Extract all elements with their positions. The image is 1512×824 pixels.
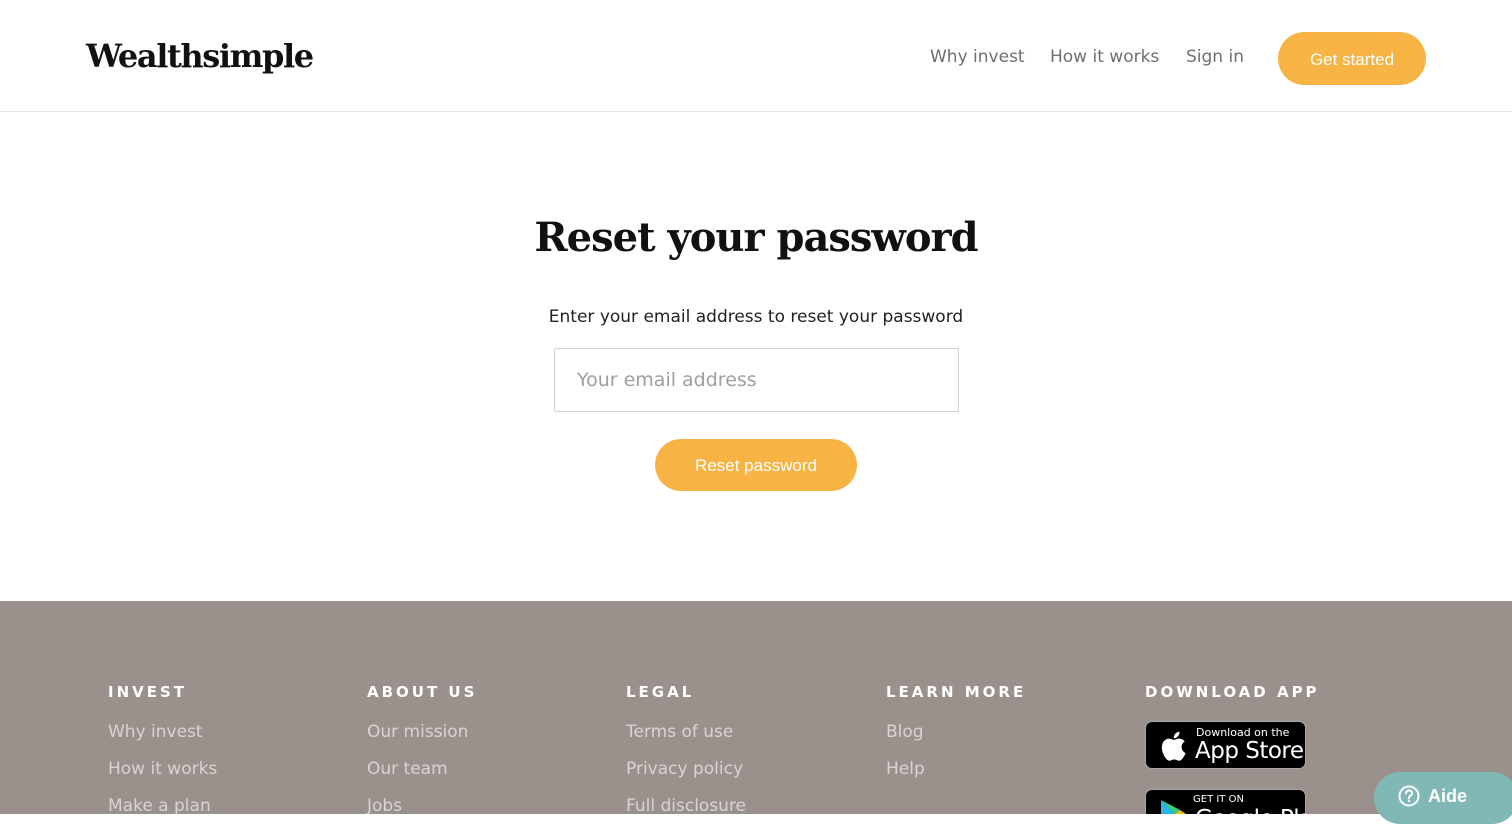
help-label: Aide [1428,786,1468,806]
footer-column-legal: LEGAL Terms of use Privacy policy Full d… [626,683,746,814]
footer-link-full-disclosure[interactable]: Full disclosure [626,795,746,814]
footer-link-privacy-policy[interactable]: Privacy policy [626,758,746,780]
email-input[interactable] [554,348,959,412]
form-instructions: Enter your email address to reset your p… [548,307,964,327]
google-play-badge[interactable]: GET IT ON Google Play [1145,789,1306,814]
footer-heading: LEARN MORE [886,683,1027,701]
question-circle-icon [1398,785,1420,807]
reset-password-button[interactable]: Reset password [655,439,857,491]
apple-icon [1161,731,1186,761]
footer-column-learn-more: LEARN MORE Blog Help [886,683,1026,795]
footer-heading: LEGAL [626,683,695,701]
app-store-badge[interactable]: Download on the App Store [1145,721,1306,769]
footer-heading: DOWNLOAD APP [1145,683,1320,701]
footer-link-help[interactable]: Help [886,758,1026,780]
footer-link-why-invest[interactable]: Why invest [108,721,217,743]
nav-why-invest[interactable]: Why invest [930,44,1025,70]
footer-heading: ABOUT US [367,683,478,701]
nav-how-it-works[interactable]: How it works [1050,44,1159,70]
footer-link-how-it-works[interactable]: How it works [108,758,217,780]
google-play-icon [1161,800,1186,814]
nav-sign-in[interactable]: Sign in [1186,44,1244,70]
footer-link-jobs[interactable]: Jobs [367,795,477,814]
page-title: Reset your password [534,214,978,261]
wealthsimple-logo[interactable]: Wealthsimple [86,34,314,78]
footer-link-our-team[interactable]: Our team [367,758,477,780]
footer-column-download-app: DOWNLOAD APP Download on the App Store G… [1145,683,1320,814]
footer-column-about-us: ABOUT US Our mission Our team Jobs [367,683,477,814]
help-widget-button[interactable]: Aide [1374,772,1512,824]
footer-link-terms-of-use[interactable]: Terms of use [626,721,746,743]
google-play-title: Google Play [1195,805,1305,814]
site-footer: INVEST Why invest How it works Make a pl… [0,601,1512,814]
get-started-button[interactable]: Get started [1278,32,1426,85]
footer-link-make-a-plan[interactable]: Make a plan [108,795,217,814]
app-store-title: App Store [1195,738,1304,764]
footer-column-invest: INVEST Why invest How it works Make a pl… [108,683,217,814]
site-header: Wealthsimple Why invest How it works Sig… [0,0,1512,112]
footer-link-our-mission[interactable]: Our mission [367,721,477,743]
footer-link-blog[interactable]: Blog [886,721,1026,743]
footer-heading: INVEST [108,683,188,701]
